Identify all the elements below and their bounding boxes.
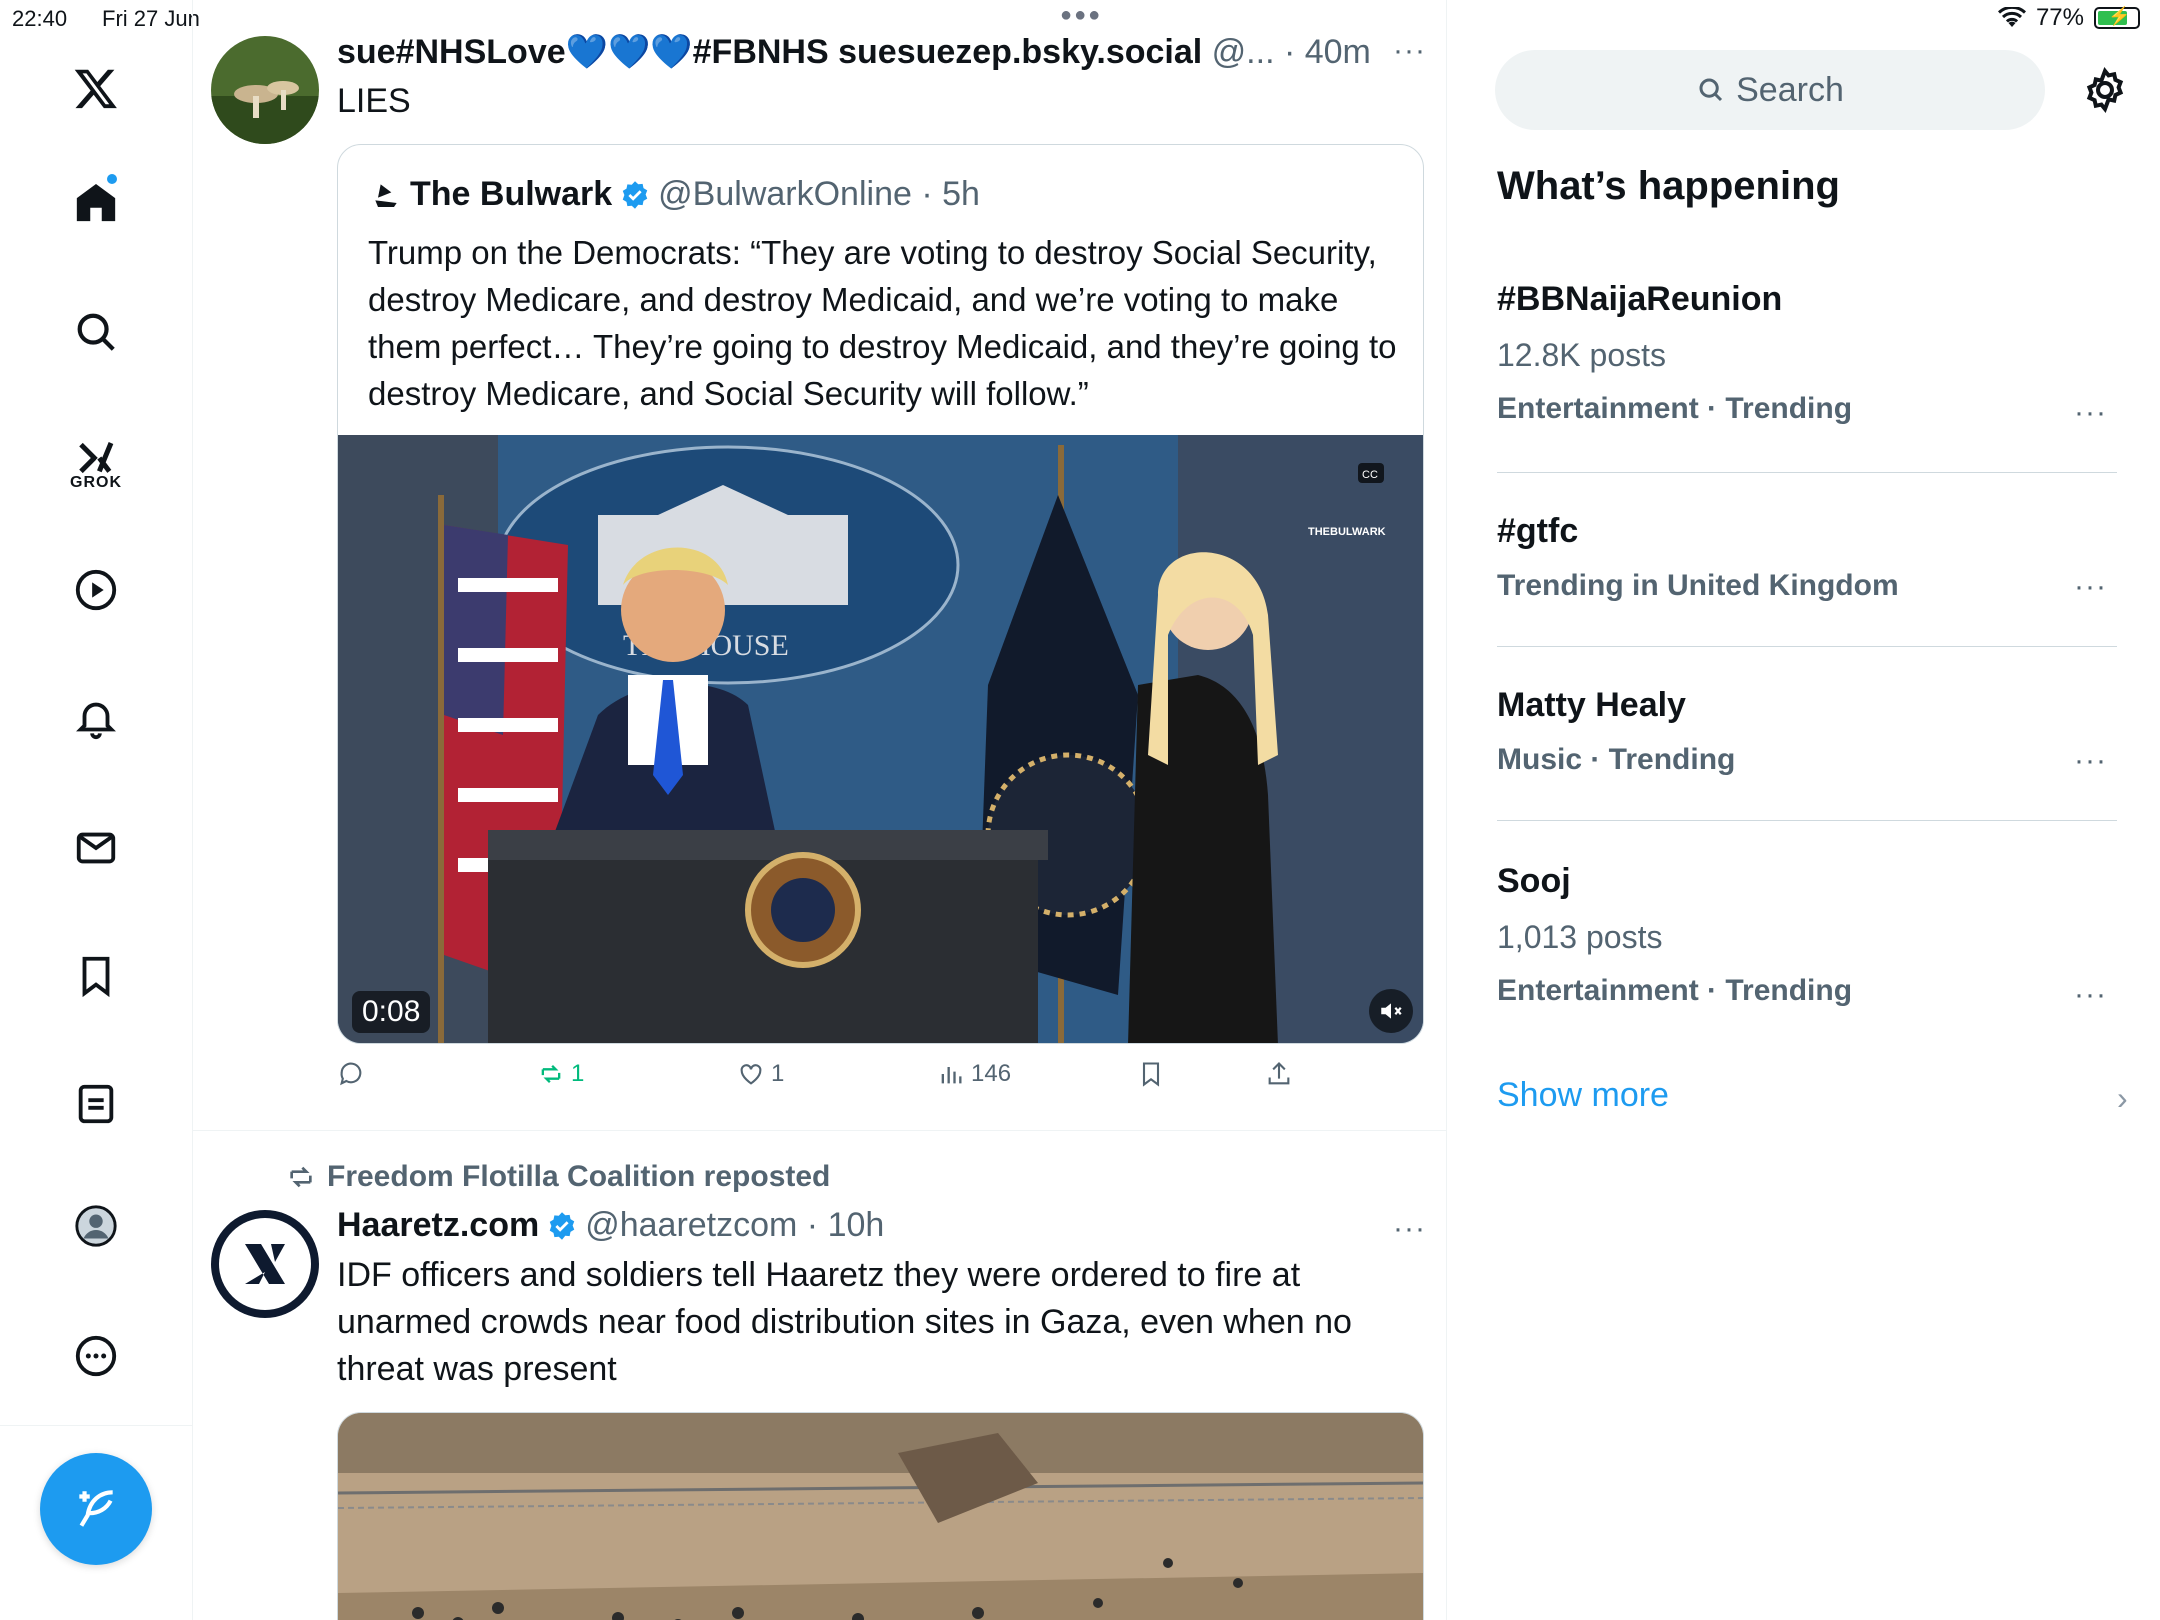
quote-text: Trump on the Democrats: “They are voting… [368,234,1397,412]
post-handle-time: @... · 40m [1211,33,1371,71]
post-author-avatar[interactable] [211,36,319,144]
trend-category: Music · Trending [1497,743,1736,776]
gaza-crowd-image [338,1413,1423,1620]
video-play-icon[interactable] [70,564,122,616]
trend-item[interactable]: Matty Healy Music · Trending ··· [1497,686,2117,777]
x-logo-icon[interactable] [70,62,122,114]
trend-item[interactable]: #BBNaijaReunion 12.8K posts Entertainmen… [1497,280,2117,429]
bookmark-button[interactable] [1137,1060,1165,1088]
heart-icon [740,1064,762,1085]
trend-name: #BBNaijaReunion [1497,280,1783,318]
video-player[interactable]: THE HOUSE THEBULWARK [338,435,1423,1043]
post-more-button[interactable]: ··· [1393,34,1426,68]
post-author-name[interactable]: sue#NHSLove💙💙💙#FBNHS suesuezep.bsky.soci… [337,33,1202,71]
trend-more-button[interactable]: ··· [2074,978,2107,1012]
trend-item[interactable]: Sooj 1,013 posts Entertainment · Trendin… [1497,862,2117,1011]
repost-count: 1 [571,1060,585,1087]
notifications-bell-icon[interactable] [70,692,122,744]
video-watermark: THEBULWARK [1308,526,1386,538]
trend-more-button[interactable]: ··· [2074,396,2107,430]
home-notification-dot [105,172,119,186]
profile-avatar-icon[interactable] [70,1200,122,1252]
compose-feather-icon [79,1490,113,1527]
post2-handle-time: @haaretzcom · 10h [585,1206,885,1244]
grok-icon[interactable]: GROK [70,428,122,502]
trend-name: Sooj [1497,862,1571,900]
timeline-feed[interactable]: sue#NHSLove💙💙💙#FBNHS suesuezep.bsky.soci… [193,0,1447,1620]
whats-happening-title: What’s happening [1497,164,1840,208]
post2-header: Haaretz.com @haaretzcom · 10h [337,1206,884,1245]
trend-more-button[interactable]: ··· [2074,570,2107,604]
more-options-icon[interactable] [70,1330,122,1382]
post2-more-button[interactable]: ··· [1393,1212,1426,1246]
trend-posts: 12.8K posts [1497,337,1666,373]
trend-posts: 1,013 posts [1497,919,1663,955]
post-text: LIES [337,82,411,120]
repost-button[interactable]: 1 [537,1060,584,1088]
trend-category: Entertainment · Trending [1497,392,1853,425]
quote-author-name[interactable]: The Bulwark [410,175,612,214]
compose-post-button[interactable] [40,1453,152,1565]
trend-divider [1497,472,2117,473]
trend-name: Matty Healy [1497,686,1686,724]
quoted-post[interactable]: The Bulwark @BulwarkOnline · 5h Trump on… [337,144,1424,1044]
post-action-bar: 1 1 146 [337,1060,1337,1104]
like-count: 1 [771,1060,785,1087]
lists-icon[interactable] [70,1078,122,1130]
reply-icon [340,1062,362,1086]
quote-handle-time: @BulwarkOnline · 5h [658,175,980,213]
repost-context[interactable]: Freedom Flotilla Coalition reposted [285,1160,830,1194]
video-frame-image: THE HOUSE THEBULWARK [338,435,1423,1043]
settings-gear-icon[interactable] [2081,66,2129,114]
trend-category: Trending in United Kingdom [1497,569,1899,602]
repost-context-icon [290,1166,312,1188]
video-timestamp: 0:08 [352,991,431,1033]
views-button[interactable]: 146 [937,1060,1011,1088]
post2-image[interactable] [337,1412,1424,1620]
trend-divider [1497,820,2117,821]
messages-envelope-icon[interactable] [70,822,122,874]
chevron-right-icon[interactable]: › [2117,1080,2128,1117]
bulwark-ship-icon [375,183,397,207]
haaretz-avatar[interactable] [211,1210,319,1318]
repost-context-label: Freedom Flotilla Coalition reposted [327,1160,831,1193]
show-more-link[interactable]: Show more [1497,1076,1669,1115]
right-sidebar: Search What’s happening #BBNaijaReunion … [1447,0,2160,1620]
post2-author-name[interactable]: Haaretz.com [337,1206,539,1245]
cc-badge[interactable]: CC [1362,469,1378,481]
mute-toggle-icon[interactable] [1369,989,1413,1033]
explore-search-icon[interactable] [70,306,122,358]
like-button[interactable]: 1 [737,1060,784,1088]
search-icon [1699,78,1723,102]
share-icon [1268,1062,1290,1085]
post-divider [193,1130,1446,1131]
view-count: 146 [971,1060,1012,1087]
quote-header: The Bulwark @BulwarkOnline · 5h [370,175,980,214]
search-placeholder: Search [1736,70,1844,109]
trend-item[interactable]: #gtfc Trending in United Kingdom ··· [1497,512,2117,603]
trend-category: Entertainment · Trending [1497,974,1853,1007]
post2-text: IDF officers and soldiers tell Haaretz t… [337,1256,1352,1388]
left-nav: GROK [0,0,193,1620]
views-chart-icon [941,1067,962,1084]
trend-divider [1497,646,2117,647]
nav-divider [0,1425,193,1426]
bookmark-icon [1142,1062,1160,1087]
bookmarks-icon[interactable] [70,950,122,1002]
trend-more-button[interactable]: ··· [2074,744,2107,778]
search-input[interactable]: Search [1495,50,2045,130]
verified-badge-icon [622,180,648,209]
trend-name: #gtfc [1497,512,1579,550]
verified-badge-icon [549,1211,575,1240]
repost-icon [541,1065,561,1083]
post-header: sue#NHSLove💙💙💙#FBNHS suesuezep.bsky.soci… [337,32,1371,72]
share-button[interactable] [1265,1060,1293,1088]
grok-label: GROK [70,474,122,491]
reply-button[interactable] [337,1060,365,1088]
